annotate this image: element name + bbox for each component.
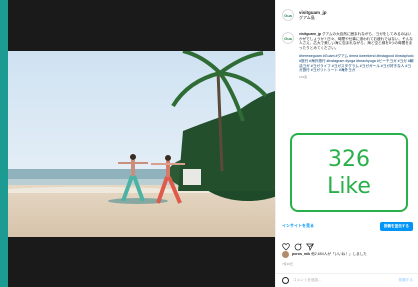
caption-avatar[interactable]: Gua bbox=[282, 32, 294, 44]
post-header: Gua visitguam_jp グアム島 bbox=[282, 4, 414, 26]
post-photo[interactable] bbox=[8, 50, 275, 237]
view-insights-link[interactable]: インサイトを見る bbox=[282, 223, 314, 229]
liker-avatar[interactable] bbox=[282, 251, 289, 258]
post-location[interactable]: グアム島 bbox=[299, 15, 327, 20]
liker-username[interactable]: poros_mik bbox=[292, 252, 310, 256]
caption: Gua visitguam_jp グアムの大自然に囲まれながら、ヨガをしてみるの… bbox=[282, 32, 414, 79]
account-avatar[interactable]: Gua bbox=[282, 9, 294, 21]
post-date: 7月16日 bbox=[282, 262, 294, 266]
insights-row: インサイトを見る 投稿を宣伝する bbox=[282, 221, 413, 231]
post-actions bbox=[282, 238, 314, 252]
caption-hashtags[interactable]: #hereweguam #Guam #グアム #mea #weekend #in… bbox=[299, 54, 414, 72]
account-info: visitguam_jp グアム島 bbox=[299, 10, 327, 20]
caption-text: visitguam_jp グアムの大自然に囲まれながら、ヨガをしてみるのはいかが… bbox=[299, 32, 414, 50]
comment-input[interactable]: コメントを追加... bbox=[293, 278, 395, 283]
post-media bbox=[8, 0, 275, 287]
caption-content: visitguam_jp グアムの大自然に囲まれながら、ヨガをしてみるのはいかが… bbox=[299, 32, 414, 79]
post-sidebar: Gua visitguam_jp グアム島 Gua visitguam_jp グ… bbox=[275, 0, 418, 287]
like-count-overlay: 326 Like bbox=[290, 133, 408, 212]
like-label: Like bbox=[327, 173, 371, 199]
emoji-icon[interactable] bbox=[282, 277, 289, 284]
like-count: 326 bbox=[328, 146, 370, 172]
heart-icon[interactable] bbox=[282, 238, 290, 251]
comment-bar: コメントを追加... 投稿する bbox=[276, 273, 418, 287]
caption-username[interactable]: visitguam_jp bbox=[299, 32, 321, 36]
comment-icon[interactable] bbox=[294, 238, 302, 251]
share-icon[interactable] bbox=[305, 238, 314, 252]
liked-by-summary[interactable]: 他2,654人が「いいね！」しました bbox=[311, 252, 367, 256]
caption-age: 106週 bbox=[299, 74, 308, 79]
liked-by-text: poros_mik 他2,654人が「いいね！」しました bbox=[292, 252, 367, 257]
liked-by-row: poros_mik 他2,654人が「いいね！」しました bbox=[282, 251, 367, 258]
instagram-post-modal: Gua visitguam_jp グアム島 Gua visitguam_jp グ… bbox=[8, 0, 418, 287]
post-comment-button[interactable]: 投稿する bbox=[399, 278, 413, 283]
boost-post-button[interactable]: 投稿を宣伝する bbox=[379, 221, 413, 231]
